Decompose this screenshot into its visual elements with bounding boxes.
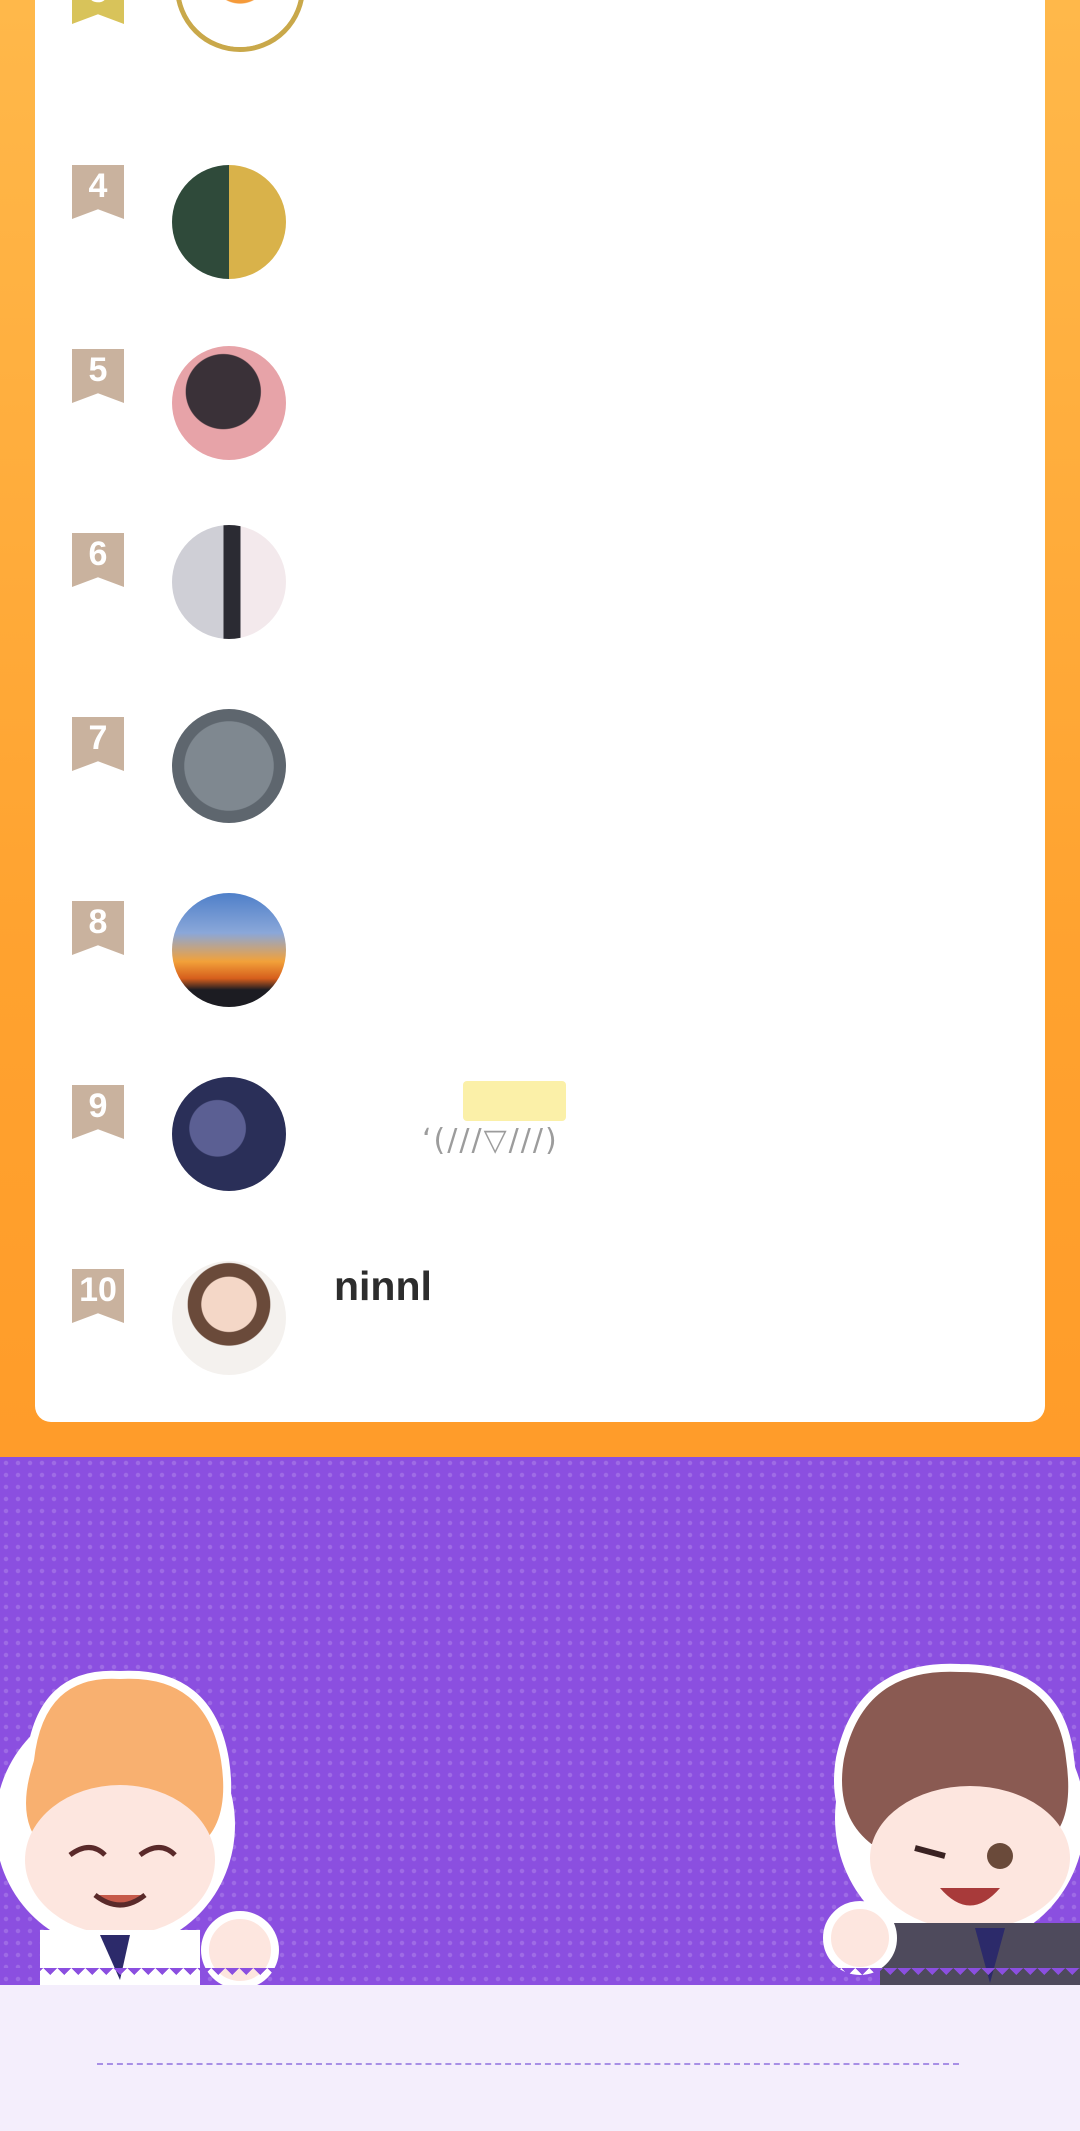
- ranking-row-7[interactable]: 7: [35, 709, 1045, 901]
- ranking-row-5[interactable]: 5: [35, 346, 1045, 533]
- rank-ribbon-icon: 5: [72, 349, 124, 403]
- dashed-divider: [97, 2063, 959, 2065]
- ranking-row-4[interactable]: 4: [35, 165, 1045, 349]
- rank-ribbon-icon: 6: [72, 533, 124, 587]
- ranking-row-6[interactable]: 6: [35, 525, 1045, 717]
- chibi-brunette-boy-icon: [823, 1663, 1080, 1990]
- highlight-badge: [463, 1081, 566, 1121]
- footer-area: [0, 1985, 1080, 2131]
- ranking-row-9[interactable]: 9 ‘(///▽///): [35, 1077, 1045, 1269]
- rank-ribbon-icon: 8: [72, 901, 124, 955]
- rank-ribbon-icon: 3: [72, 0, 124, 24]
- avatar[interactable]: [172, 346, 286, 460]
- ranking-row-8[interactable]: 8: [35, 893, 1045, 1085]
- avatar[interactable]: [172, 893, 286, 1007]
- rank-ribbon-icon: 10: [72, 1269, 124, 1323]
- rank-ribbon-icon: 9: [72, 1085, 124, 1139]
- rank-ribbon-icon: 7: [72, 717, 124, 771]
- avatar[interactable]: [172, 525, 286, 639]
- rank-ribbon-icon: 4: [72, 165, 124, 219]
- ranking-list-card: 3 4 5 6 7 8: [35, 0, 1045, 1422]
- chibi-ginger-boy-icon: [0, 1670, 279, 1990]
- ranking-row-10[interactable]: 10 ninnl: [35, 1261, 1045, 1453]
- avatar[interactable]: [172, 1261, 286, 1375]
- avatar[interactable]: [172, 165, 286, 279]
- user-name: ninnl: [334, 1263, 432, 1309]
- user-signature: ‘(///▽///): [422, 1123, 559, 1158]
- ranking-row-3[interactable]: 3: [35, 0, 1045, 84]
- avatar[interactable]: [172, 709, 286, 823]
- avatar[interactable]: [175, 0, 305, 52]
- avatar[interactable]: [172, 1077, 286, 1191]
